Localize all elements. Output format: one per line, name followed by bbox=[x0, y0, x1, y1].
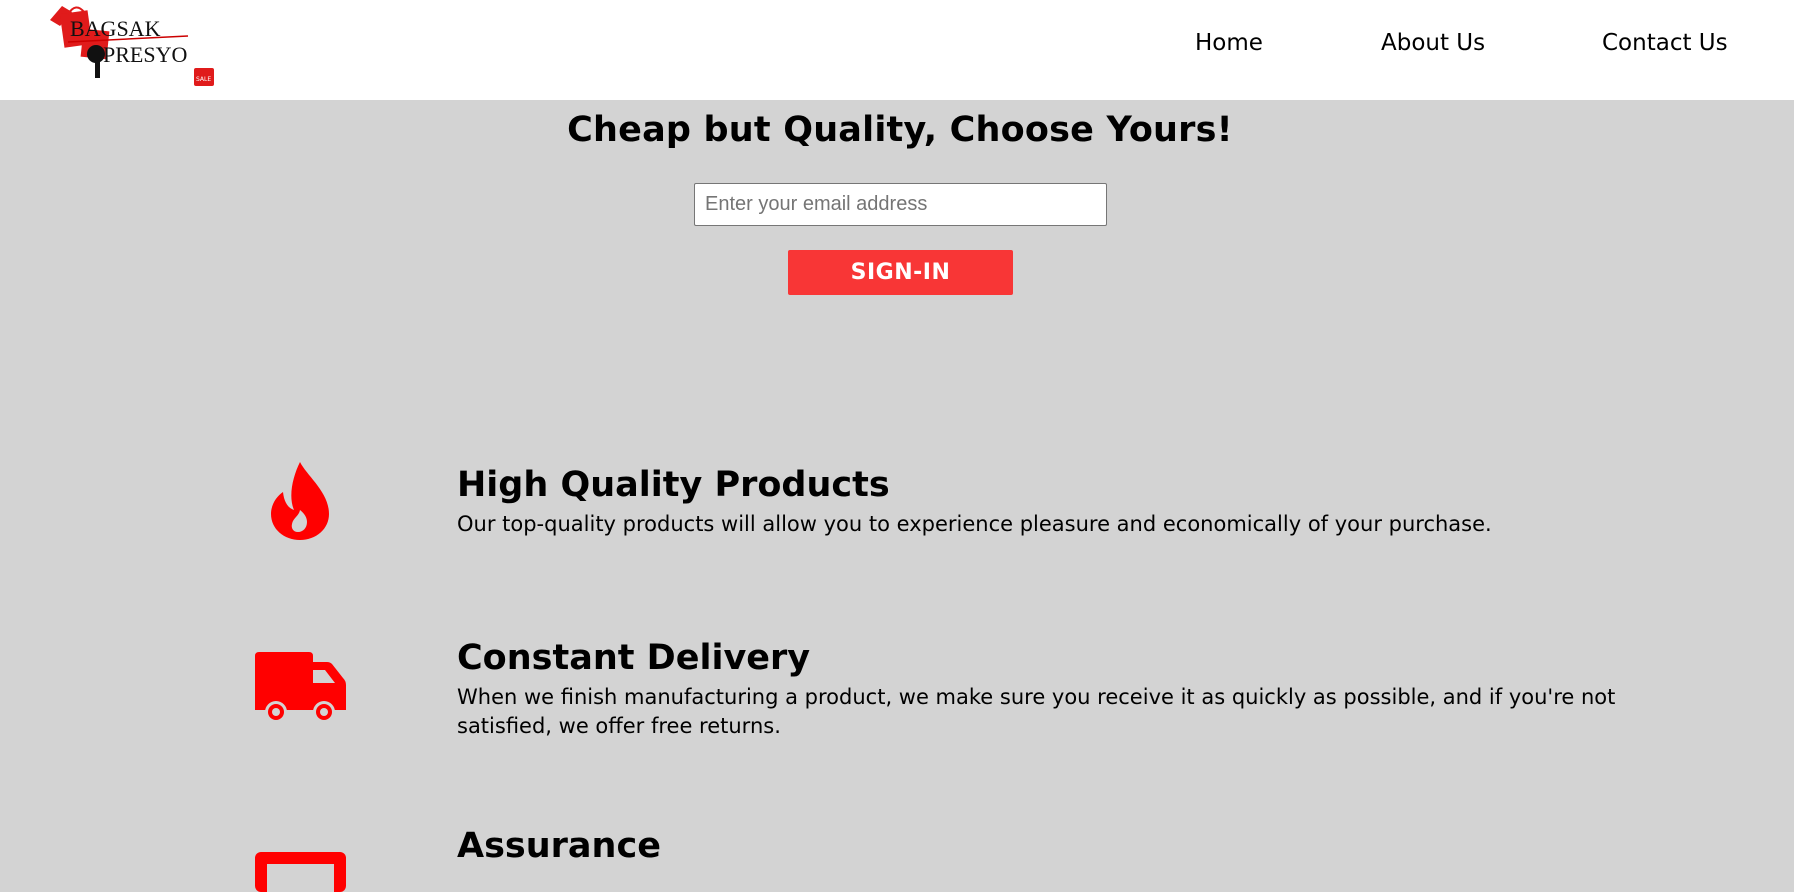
fire-icon bbox=[271, 462, 329, 540]
nav-home-link[interactable]: Home bbox=[1195, 30, 1263, 56]
svg-text:PRESYO: PRESYO bbox=[103, 42, 187, 67]
feature-desc-constant-delivery: When we finish manufacturing a product, … bbox=[457, 685, 1616, 738]
nav-contact-us-link[interactable]: Contact Us bbox=[1602, 30, 1728, 56]
credit-card-icon bbox=[255, 852, 346, 892]
feature-title-assurance: Assurance bbox=[457, 826, 661, 866]
truck-icon bbox=[255, 652, 346, 724]
sign-in-button[interactable]: SIGN-IN bbox=[788, 250, 1013, 295]
feature-title-constant-delivery: Constant Delivery bbox=[457, 638, 811, 678]
site-header: BAGSAK PRESYO SALE Home About Us Contact… bbox=[0, 0, 1794, 100]
svg-text:BAGSAK: BAGSAK bbox=[70, 16, 161, 41]
feature-desc-high-quality: Our top-quality products will allow you … bbox=[457, 512, 1492, 536]
nav-about-us-link[interactable]: About Us bbox=[1381, 30, 1485, 56]
hero-title: Cheap but Quality, Choose Yours! bbox=[567, 110, 1233, 150]
email-input[interactable] bbox=[694, 183, 1107, 226]
feature-title-high-quality: High Quality Products bbox=[457, 465, 890, 505]
svg-text:SALE: SALE bbox=[196, 76, 211, 83]
bagsak-presyo-logo[interactable]: BAGSAK PRESYO SALE bbox=[48, 2, 218, 88]
